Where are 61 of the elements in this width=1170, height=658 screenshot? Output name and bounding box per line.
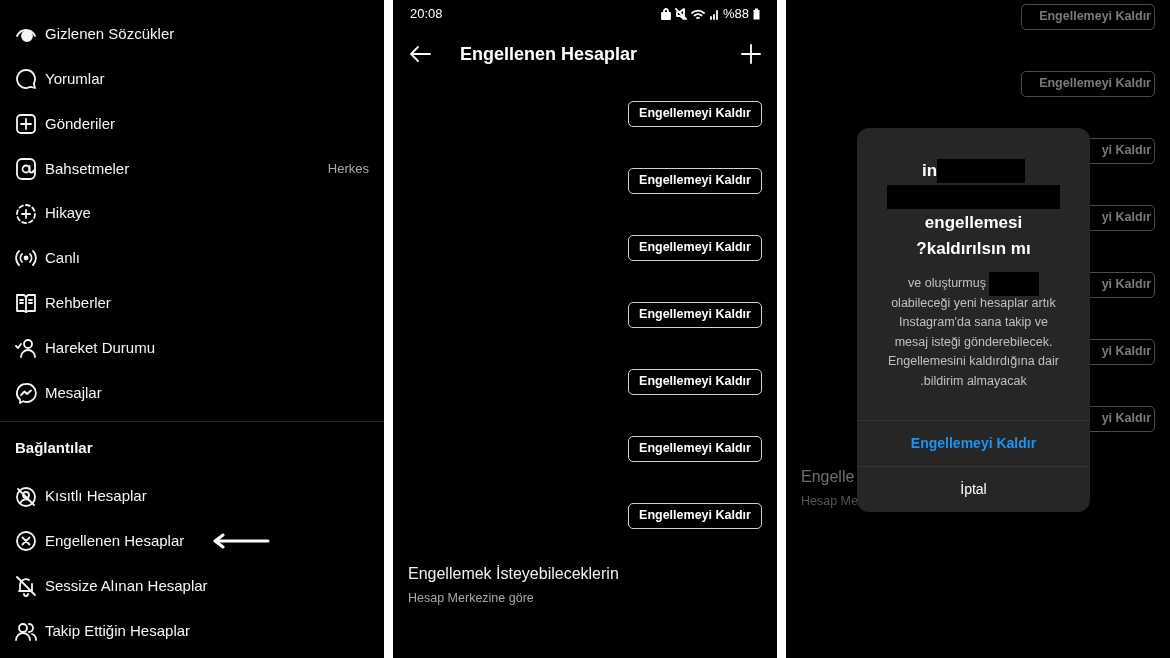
- confirm-button[interactable]: Engellemeyi Kaldır: [857, 421, 1090, 466]
- unblock-button[interactable]: Engellemeyi Kaldır: [628, 435, 762, 462]
- plus-square-icon: [15, 113, 37, 135]
- battery-icon: [753, 8, 760, 20]
- menu-item[interactable]: Sessize Alınan Hesaplar: [45, 574, 208, 598]
- at-sign-icon: [15, 157, 37, 180]
- dialog-message: mesaj isteği gönderebilecek.: [894, 333, 1053, 351]
- menu-item[interactable]: Bahsetmeler: [45, 157, 130, 181]
- muted-bell-icon: [15, 575, 37, 598]
- comment-icon: [15, 68, 37, 91]
- cancel-button[interactable]: İptal: [857, 467, 1090, 512]
- unblock-button[interactable]: Engellemeyi Kaldır: [628, 301, 762, 328]
- book-icon: [15, 292, 37, 315]
- status-time: 20:08: [410, 5, 443, 24]
- menu-item[interactable]: Canlı: [45, 247, 81, 270]
- dialog-title: in: [921, 160, 938, 183]
- battery-level: %88: [722, 5, 749, 24]
- menu-item[interactable]: Engellenen Hesaplar: [45, 530, 185, 553]
- section-subtitle: Hesap Me: [801, 493, 858, 510]
- story-plus-icon: [15, 202, 37, 225]
- unblock-button[interactable]: Engellemeyi Kaldır: [628, 502, 762, 529]
- unblock-button[interactable]: Engellemeyi Kaldır: [1021, 70, 1155, 97]
- section-heading: Engelle: [801, 467, 855, 487]
- dialog-message: ve oluşturmuş: [908, 275, 986, 293]
- unblock-button[interactable]: Engellemeyi Kaldır: [628, 167, 762, 194]
- blocked-icon: [15, 530, 37, 553]
- section-subtitle: Hesap Merkezine göre: [408, 590, 535, 607]
- menu-item[interactable]: Gizlenen Sözcükler: [45, 23, 175, 46]
- menu-item[interactable]: Hikaye: [45, 202, 91, 225]
- dialog-message: .bildirim almayacak: [920, 372, 1027, 390]
- back-button[interactable]: [409, 45, 431, 63]
- dialog-message: Engellemesini kaldırdığına dair: [888, 353, 1059, 371]
- mute-icon: [674, 8, 687, 20]
- unblock-button[interactable]: Engellemeyi Kaldır: [628, 234, 762, 261]
- menu-item[interactable]: Kısıtlı Hesaplar: [45, 485, 147, 508]
- unblock-button[interactable]: Engellemeyi Kaldır: [628, 368, 762, 395]
- menu-item[interactable]: Hareket Durumu: [45, 336, 156, 360]
- dialog-message: olabileceği yeni hesaplar artık: [891, 294, 1056, 312]
- menu-item[interactable]: Mesajlar: [45, 381, 102, 404]
- menu-item[interactable]: Gönderiler: [45, 112, 116, 136]
- dialog-title: engellemesi: [924, 212, 1023, 235]
- wifi-icon: [690, 8, 705, 20]
- section-heading: Engellemek İsteyebileceklerin: [408, 564, 620, 584]
- dialog-title: ?kaldırılsın mı: [916, 238, 1031, 261]
- add-button[interactable]: [741, 44, 761, 64]
- messenger-icon: [15, 381, 37, 404]
- restricted-icon: [15, 485, 37, 508]
- menu-item[interactable]: Rehberler: [45, 291, 111, 315]
- unblock-button[interactable]: Engellemeyi Kaldır: [628, 100, 762, 127]
- setting-value: Herkes: [327, 160, 369, 179]
- menu-item[interactable]: Yorumlar: [45, 67, 105, 91]
- back-arrow-icon: [409, 45, 431, 63]
- person-check-icon: [15, 336, 37, 359]
- menu-item[interactable]: Takip Ettiğin Hesaplar: [45, 619, 191, 643]
- signal-icon: [708, 8, 719, 20]
- lock-icon: [660, 8, 671, 20]
- plus-icon: [741, 44, 761, 64]
- section-title: Bağlantılar: [15, 437, 93, 458]
- screen-title: Engellenen Hesaplar: [460, 42, 638, 66]
- dialog-message: Instagram'da sana takip ve: [899, 314, 1048, 332]
- unblock-button[interactable]: Engellemeyi Kaldır: [1021, 3, 1155, 30]
